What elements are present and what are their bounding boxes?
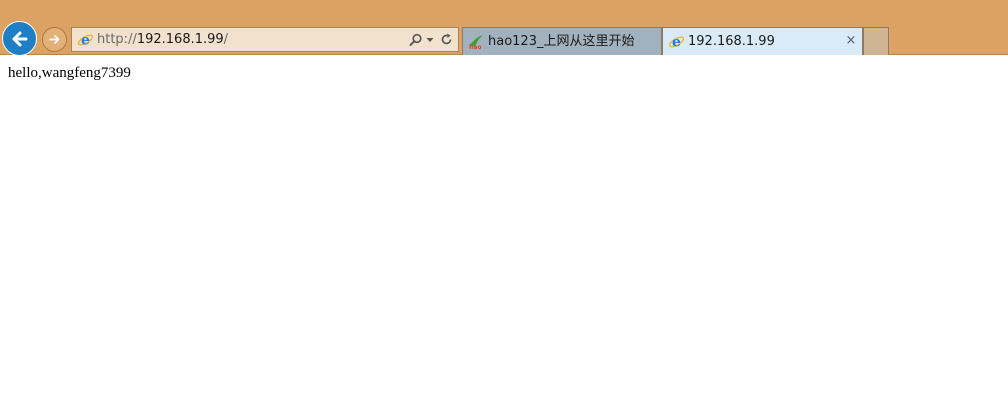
refresh-icon [441,33,451,45]
page-content: hello,wangfeng7399 [0,56,1008,408]
address-dropdown-button[interactable] [425,31,435,48]
svg-text:e: e [81,33,90,49]
ie-icon: e [668,35,685,51]
hao123-icon: hao [469,35,483,50]
url-host: 192.168.1.99 [136,32,224,47]
browser-toolbar: e http://192.168.1.99/ hao hao123_上网从这里开… [0,0,1008,56]
tab-label: 192.168.1.99 [688,34,775,49]
refresh-button[interactable] [438,31,454,48]
svg-text:hao: hao [469,44,481,50]
tab-label: hao123_上网从这里开始 [488,34,635,49]
search-icon [409,33,422,46]
close-tab-icon[interactable]: × [845,34,857,48]
forward-button[interactable] [42,27,67,52]
new-tab-button[interactable] [863,27,889,55]
svg-text:e: e [672,35,681,51]
url-text: http://192.168.1.99/ [97,32,228,48]
chevron-down-icon [426,37,434,42]
arrow-right-icon [49,35,60,44]
ie-icon: e [77,33,94,49]
page-text: hello,wangfeng7399 [8,65,131,81]
back-button[interactable] [2,21,37,56]
search-button[interactable] [408,31,424,48]
arrow-left-icon [12,31,27,46]
address-bar[interactable]: e http://192.168.1.99/ [71,27,459,52]
url-scheme: http:// [97,32,137,47]
url-path: / [223,32,229,47]
tab-hao123[interactable]: hao hao123_上网从这里开始 [462,27,662,55]
tab-192-168-1-99[interactable]: e 192.168.1.99 × [662,27,863,55]
